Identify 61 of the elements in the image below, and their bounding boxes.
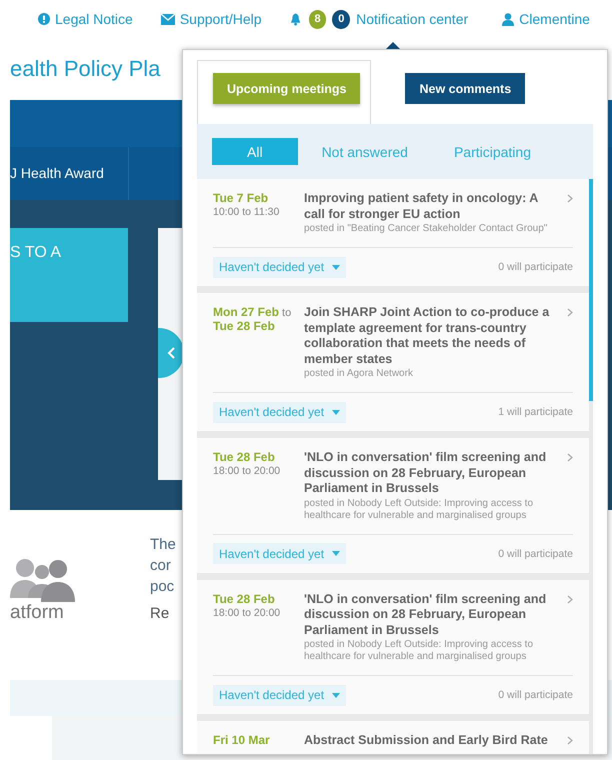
read-more-link[interactable]: Re — [150, 603, 176, 624]
chevron-right-icon[interactable] — [567, 194, 573, 203]
chevron-right-icon[interactable] — [567, 594, 573, 604]
meeting-title[interactable]: 'NLO in conversation' film screening and discussion on 28 February, European Parliament in Brussels — [304, 592, 561, 638]
date-separator: to — [282, 307, 292, 319]
caret-down-icon — [332, 410, 340, 414]
meeting-date: Tue 28 Feb — [213, 450, 275, 464]
posted-in-text: posted in Agora Network — [304, 368, 414, 380]
caret-down-icon — [332, 264, 340, 270]
response-dropdown[interactable]: Haven't decided yet — [213, 684, 346, 706]
tab[interactable]: Upcoming meetings — [213, 73, 360, 104]
meeting-date: Tue 28 Feb — [213, 592, 275, 606]
notification-center-link[interactable]: Notification center — [356, 11, 468, 27]
caret-down-icon — [332, 692, 340, 698]
meeting-time: 10:00 to 11:30 — [213, 206, 280, 218]
legal-notice-link[interactable]: Legal Notice — [38, 11, 133, 27]
posted-in-text: posted in Nobody Left Outside: Improving access to healthcare for vulnerable and marginalised groups — [304, 498, 534, 522]
participant-count: 0 will participate — [498, 689, 573, 701]
response-dropdown[interactable]: Haven't decided yet — [213, 543, 346, 564]
chevron-right-icon[interactable] — [567, 453, 573, 462]
response-dropdown[interactable]: Haven't decided yet — [213, 402, 346, 422]
posted-in-text: posted in "Beating Cancer Stakeholder Contact Group" — [304, 223, 548, 235]
meeting-time: 18:00 to 20:00 — [213, 606, 282, 618]
intro-text: cor — [150, 556, 172, 576]
response-dropdown[interactable]: Haven't decided yet — [213, 256, 346, 278]
meeting-date: Tue 7 Feb — [213, 191, 268, 205]
user-link[interactable]: Clementine — [502, 11, 590, 27]
filter-tab[interactable]: Participating — [432, 138, 553, 165]
comments-count-badge[interactable]: 0 — [332, 10, 350, 28]
platform-label: atform — [10, 602, 64, 624]
filter-tab[interactable]: All — [212, 138, 298, 165]
tab[interactable]: New comments — [405, 73, 526, 104]
support-help-link[interactable]: Support/Help — [160, 11, 262, 27]
banner-text: S TO A — [10, 243, 62, 262]
meeting-time: 18:00 to 20:00 — [213, 465, 282, 477]
bell-icon[interactable] — [290, 12, 301, 26]
meeting-date: Fri 10 Mar — [213, 733, 270, 747]
meeting-title[interactable]: 'NLO in conversation' film screening and discussion on 28 February, European Parliament in Brussels — [304, 450, 561, 496]
participant-count: 0 will participate — [498, 261, 573, 273]
meeting-date: Mon 27 Feb — [213, 305, 280, 319]
scrollbar[interactable] — [589, 179, 593, 401]
user-icon — [502, 12, 514, 26]
intro-text: The — [150, 535, 176, 555]
info-icon — [38, 13, 50, 25]
meetings-count-badge[interactable]: 8 — [308, 10, 326, 28]
meeting-end-date: Tue 28 Feb — [213, 319, 276, 333]
intro-text: poc — [150, 577, 176, 597]
site-title: ealth Policy Pla — [10, 56, 160, 82]
chevron-right-icon[interactable] — [567, 308, 573, 317]
meeting-title[interactable]: Improving patient safety in oncology: A call for stronger EU action — [304, 191, 561, 222]
filter-tab[interactable]: Not answered — [300, 138, 430, 165]
participant-count: 0 will participate — [498, 548, 573, 560]
posted-in-text: posted in Nobody Left Outside: Improving access to healthcare for vulnerable and marginalised groups — [304, 639, 534, 663]
participant-count: 1 will participate — [498, 406, 573, 418]
meeting-title[interactable]: Join SHARP Joint Action to co-produce a template agreement for trans-country collaboration that meets the needs of member states — [304, 305, 561, 367]
envelope-icon — [160, 14, 175, 24]
chevron-left-icon — [167, 347, 175, 359]
caret-down-icon — [332, 551, 340, 556]
meeting-title[interactable]: Abstract Submission and Early Bird Rate — [304, 733, 561, 748]
chevron-right-icon[interactable] — [567, 736, 573, 745]
people-icon — [10, 558, 76, 602]
